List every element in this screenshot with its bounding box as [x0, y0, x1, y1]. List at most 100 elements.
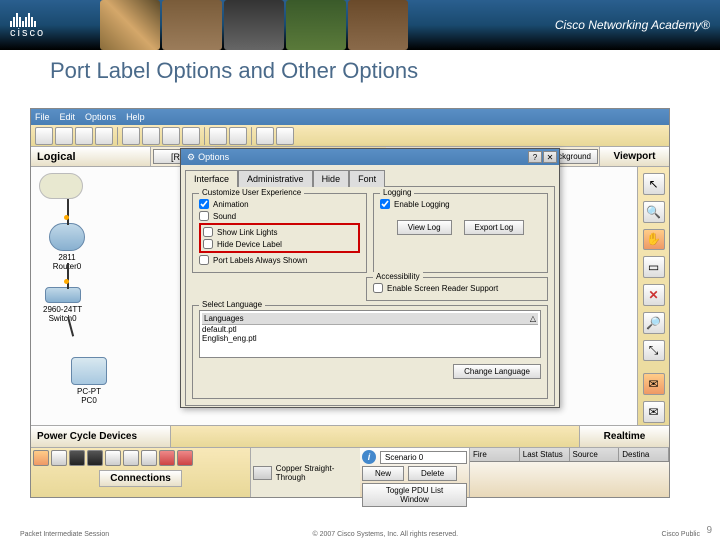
info-icon[interactable]: i	[362, 450, 376, 464]
device-thumb-icon	[253, 466, 272, 480]
simple-pdu-icon[interactable]: ✉	[643, 373, 665, 395]
conn-phone-icon[interactable]	[123, 450, 139, 466]
device-status-bar: Copper Straight-Through	[251, 448, 360, 497]
viewport-tab[interactable]: Viewport	[599, 147, 669, 166]
slide-title: Port Label Options and Other Options	[0, 50, 720, 88]
tool-zoomin-icon[interactable]	[209, 127, 227, 145]
conn-fiber-icon[interactable]	[105, 450, 121, 466]
device-panel: Connections	[31, 448, 251, 497]
delete-tool-icon[interactable]: ✕	[643, 284, 665, 306]
tool-copy-icon[interactable]	[122, 127, 140, 145]
tool-redo-icon[interactable]	[182, 127, 200, 145]
lang-legend: Select Language	[199, 300, 265, 309]
help-button[interactable]: ?	[528, 151, 542, 163]
conn-coax-icon[interactable]	[141, 450, 157, 466]
event-header: Fire Last Status Source Destina	[470, 448, 669, 462]
academy-text: Cisco Networking Academy®	[555, 18, 710, 32]
tool-paste-icon[interactable]	[142, 127, 160, 145]
tab-hide[interactable]: Hide	[313, 170, 350, 187]
conn-straight-icon[interactable]	[69, 450, 85, 466]
footer-mid: © 2007 Cisco Systems, Inc. All rights re…	[312, 531, 458, 538]
cloud-shape[interactable]	[39, 173, 83, 199]
language-fieldset: Select Language Languages △ default.ptl …	[192, 305, 548, 399]
toggle-pdu-button[interactable]: Toggle PDU List Window	[362, 483, 467, 507]
tool-undo-icon[interactable]	[162, 127, 180, 145]
port-labels-checkbox[interactable]: Port Labels Always Shown	[199, 254, 360, 266]
animation-checkbox[interactable]: Animation	[199, 198, 360, 210]
lang-item-english[interactable]: English_eng.ptl	[202, 334, 538, 343]
screen-reader-checkbox[interactable]: Enable Screen Reader Support	[373, 282, 541, 294]
enable-logging-checkbox[interactable]: Enable Logging	[380, 198, 541, 210]
realtime-tab[interactable]: Realtime	[579, 426, 669, 447]
conn-console-icon[interactable]	[51, 450, 67, 466]
slide-footer: Packet Intermediate Session © 2007 Cisco…	[0, 531, 720, 538]
conn-auto-icon[interactable]	[33, 450, 49, 466]
scenario-new-button[interactable]: New	[362, 466, 404, 481]
logical-tab[interactable]: Logical	[31, 147, 151, 166]
view-log-button[interactable]: View Log	[397, 220, 452, 235]
device-pc[interactable]: PC-PT PC0	[71, 357, 107, 405]
conn-cross-icon[interactable]	[87, 450, 103, 466]
device-footer: Connections Copper Straight-Through i Sc…	[31, 447, 669, 497]
logging-fieldset: Logging Enable Logging View Log Export L…	[373, 193, 548, 273]
select-tool-icon[interactable]: ↖	[643, 173, 665, 195]
col-status[interactable]: Last Status	[520, 448, 570, 461]
tool-save-icon[interactable]	[75, 127, 93, 145]
export-log-button[interactable]: Export Log	[464, 220, 525, 235]
device-switch[interactable]: 2960-24TT Switch0	[43, 287, 82, 323]
conn-serial-icon[interactable]	[159, 450, 175, 466]
scenario-delete-button[interactable]: Delete	[408, 466, 457, 481]
lang-item-default[interactable]: default.ptl	[202, 325, 538, 334]
tool-print-icon[interactable]	[95, 127, 113, 145]
router-icon	[49, 223, 85, 251]
acc-legend: Accessibility	[373, 272, 423, 281]
tool-open-icon[interactable]	[55, 127, 73, 145]
tool-zoomout-icon[interactable]	[229, 127, 247, 145]
menu-options[interactable]: Options	[85, 112, 116, 122]
menubar: File Edit Options Help	[31, 109, 669, 125]
dialog-body: Customize User Experience Animation Soun…	[185, 186, 555, 406]
show-link-checkbox[interactable]: Show Link Lights	[203, 226, 356, 238]
menu-edit[interactable]: Edit	[60, 112, 76, 122]
tab-admin[interactable]: Administrative	[238, 170, 313, 187]
inspect-tool-icon[interactable]: 🔎	[643, 312, 665, 334]
highlight-box: Show Link Lights Hide Device Label	[199, 223, 360, 253]
col-source[interactable]: Source	[570, 448, 620, 461]
hide-device-checkbox[interactable]: Hide Device Label	[203, 238, 356, 250]
scenario-dropdown[interactable]: Scenario 0	[380, 451, 467, 464]
cable-label: Copper Straight-Through	[276, 464, 358, 482]
complex-pdu-icon[interactable]: ✉	[643, 401, 665, 423]
close-button[interactable]: ✕	[543, 151, 557, 163]
tab-interface[interactable]: Interface	[185, 170, 238, 187]
switch-name: Switch0	[43, 314, 82, 323]
tool-new-icon[interactable]	[35, 127, 53, 145]
connections-label[interactable]: Connections	[99, 470, 182, 487]
dialog-titlebar[interactable]: ⚙Options ? ✕	[181, 149, 559, 165]
accessibility-fieldset: Accessibility Enable Screen Reader Suppo…	[366, 277, 548, 301]
workspace-bottombar: Power Cycle Devices Realtime	[31, 425, 669, 447]
resize-tool-icon[interactable]: ⤡	[643, 340, 665, 362]
change-language-button[interactable]: Change Language	[453, 364, 541, 379]
pc-icon	[71, 357, 107, 385]
ux-fieldset: Customize User Experience Animation Soun…	[192, 193, 367, 273]
tool-palette-icon[interactable]	[256, 127, 274, 145]
col-dest[interactable]: Destina	[619, 448, 669, 461]
col-fire[interactable]: Fire	[470, 448, 520, 461]
conn-serial2-icon[interactable]	[177, 450, 193, 466]
language-listbox[interactable]: Languages △ default.ptl English_eng.ptl	[199, 310, 541, 358]
menu-help[interactable]: Help	[126, 112, 145, 122]
zoom-tool-icon[interactable]: 🔍	[643, 201, 665, 223]
side-toolbar: ↖ 🔍 ✋ ▭ ✕ 🔎 ⤡ ✉ ✉	[637, 167, 669, 429]
ux-legend: Customize User Experience	[199, 188, 304, 197]
router-model: 2811	[49, 253, 85, 262]
switch-model: 2960-24TT	[43, 305, 82, 314]
sound-checkbox[interactable]: Sound	[199, 210, 360, 222]
power-cycle-button[interactable]: Power Cycle Devices	[31, 426, 171, 447]
tool-info-icon[interactable]	[276, 127, 294, 145]
hand-tool-icon[interactable]: ✋	[643, 229, 665, 251]
options-dialog: ⚙Options ? ✕ Interface Administrative Hi…	[180, 148, 560, 408]
tab-font[interactable]: Font	[349, 170, 385, 187]
note-tool-icon[interactable]: ▭	[643, 256, 665, 278]
menu-file[interactable]: File	[35, 112, 50, 122]
gear-icon: ⚙	[187, 152, 195, 163]
